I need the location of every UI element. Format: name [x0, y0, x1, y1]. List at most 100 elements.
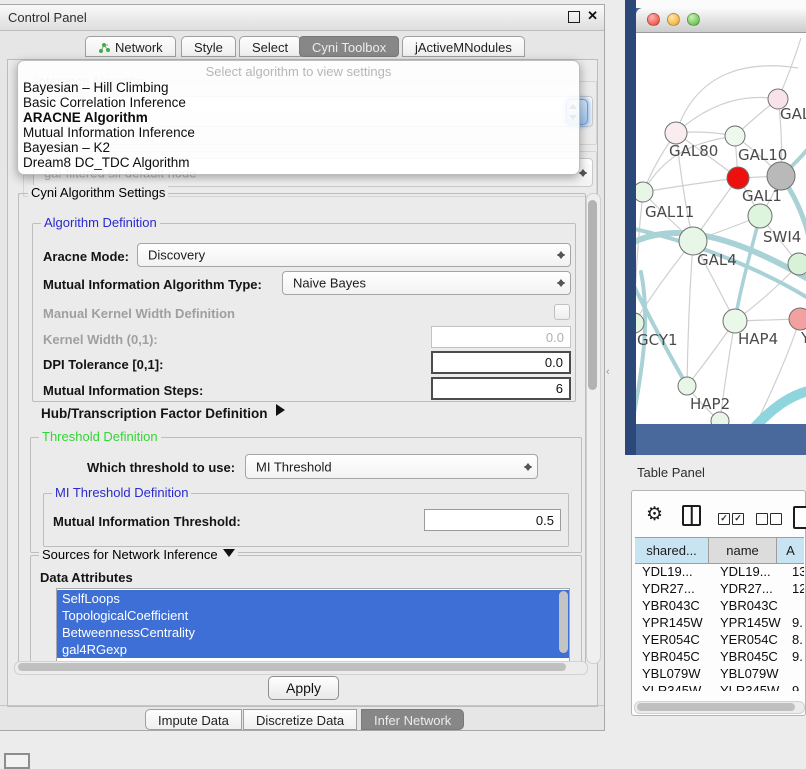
tab-network[interactable]: Network — [85, 36, 176, 57]
mi-threshold-field[interactable]: 0.5 — [424, 509, 561, 531]
network-node[interactable] — [788, 253, 806, 275]
list-item[interactable]: SelfLoops — [57, 590, 569, 607]
popup-item[interactable]: Dream8 DC_TDC Algorithm — [23, 155, 190, 170]
column-header[interactable]: name — [709, 538, 777, 563]
node-label: GAL4 — [697, 251, 737, 269]
table-row[interactable]: YLR345WYLR345W9. — [635, 682, 804, 691]
scrollbar-thumb[interactable] — [18, 663, 566, 671]
table-row[interactable]: YPR145WYPR145W9. — [635, 614, 804, 631]
table-row[interactable]: YBR043CYBR043C — [635, 597, 804, 614]
kernel-width-field[interactable]: 0.0 — [431, 326, 571, 348]
combobox-stepper-icon[interactable] — [555, 247, 566, 263]
minimize-traffic-light-icon[interactable] — [667, 13, 680, 26]
which-threshold-combobox[interactable]: MI Threshold — [245, 454, 538, 479]
column-view-icon[interactable] — [682, 505, 701, 526]
manual-kernel-checkbox[interactable] — [554, 304, 570, 320]
node-label: GAL80 — [669, 142, 718, 160]
list-scrollbar[interactable] — [559, 591, 568, 653]
panel-title: Control Panel — [8, 10, 87, 25]
collapse-arrow-icon[interactable] — [223, 549, 235, 563]
settings-horizontal-scrollbar[interactable] — [14, 661, 588, 675]
list-item[interactable]: gal4RGexp — [57, 641, 569, 658]
desktop-strip — [636, 0, 806, 8]
bottom-tabbar: Impute Data Discretize Data Infer Networ… — [0, 705, 604, 733]
cyni-algorithm-settings-groupbox: Cyni Algorithm Settings Algorithm Defini… — [18, 193, 586, 664]
settings-group-title: Cyni Algorithm Settings — [28, 185, 168, 200]
column-header[interactable]: A — [777, 538, 804, 563]
node-label: SWI4 — [763, 228, 801, 246]
node-label: GAL — [780, 105, 806, 123]
mi-steps-label: Mutual Information Steps: — [43, 383, 203, 398]
table-panel-header: Table Panel — [625, 455, 806, 487]
tab-discretize-data[interactable]: Discretize Data — [243, 709, 357, 730]
gear-icon[interactable]: ⚙ — [646, 503, 663, 526]
network-node[interactable] — [727, 167, 749, 189]
threshold-definition-title: Threshold Definition — [39, 429, 161, 444]
table-row[interactable]: YDR27...YDR27...12 — [635, 580, 804, 597]
hub-tf-definition-label[interactable]: Hub/Transcription Factor Definition — [41, 406, 268, 421]
network-node[interactable] — [725, 126, 745, 146]
algorithm-definition-groupbox: Algorithm Definition Aracne Mode: Discov… — [32, 223, 576, 402]
table-panel-title: Table Panel — [637, 465, 705, 480]
network-icon — [98, 39, 111, 51]
network-node[interactable] — [636, 313, 644, 333]
tab-style[interactable]: Style — [181, 36, 236, 57]
apply-button[interactable]: Apply — [268, 676, 339, 700]
popup-item[interactable]: Bayesian – K2 — [23, 140, 110, 155]
popup-item-selected[interactable]: ARACNE Algorithm — [23, 110, 148, 125]
table-row[interactable]: YER054CYER054C8. — [635, 631, 804, 648]
control-panel-window: Control Panel ✕ Network Style Select Cyn… — [0, 4, 605, 731]
table-horizontal-scrollbar[interactable] — [634, 701, 805, 714]
network-window: GAL GAL80 GAL10 GAL1 GAL11 SWI4 GAL4 GCY… — [636, 8, 806, 424]
combobox-stepper-icon[interactable] — [522, 459, 533, 475]
scrollbar-thumb[interactable] — [637, 703, 795, 711]
table-row[interactable]: YDL19...YDL19...13 — [635, 563, 804, 580]
expand-arrow-icon[interactable] — [276, 404, 291, 416]
mi-algorithm-type-combobox[interactable]: Naive Bayes — [282, 271, 571, 295]
combobox-stepper-icon[interactable] — [555, 275, 566, 291]
network-node[interactable] — [636, 182, 653, 202]
network-node[interactable] — [665, 122, 687, 144]
column-header[interactable]: shared... — [635, 538, 709, 563]
close-icon[interactable]: ✕ — [587, 8, 598, 24]
float-window-icon[interactable] — [568, 11, 580, 23]
sources-title[interactable]: Sources for Network Inference — [39, 547, 238, 563]
node-label: GCY1 — [637, 331, 678, 349]
list-item[interactable]: BetweennessCentrality — [57, 624, 569, 641]
popup-item[interactable]: Bayesian – Hill Climbing — [23, 80, 169, 95]
network-node[interactable] — [767, 162, 795, 190]
splitter-handle[interactable]: ‹ — [606, 366, 612, 380]
popup-item[interactable]: Mutual Information Inference — [23, 125, 195, 140]
list-item[interactable]: TopologicalCoefficient — [57, 607, 569, 624]
tab-infer-network[interactable]: Infer Network — [361, 709, 464, 730]
settings-vertical-scrollbar[interactable] — [586, 193, 601, 664]
network-node[interactable] — [678, 377, 696, 395]
tab-cyni-toolbox[interactable]: Cyni Toolbox — [299, 36, 399, 57]
table-body: YDL19...YDL19...13 YDR27...YDR27...12 YB… — [635, 563, 804, 691]
tab-jactivemnodules[interactable]: jActiveMNodules — [402, 36, 525, 57]
popup-item[interactable]: Basic Correlation Inference — [23, 95, 186, 110]
table-header-row: shared... name A — [635, 537, 804, 564]
network-node[interactable] — [748, 204, 772, 228]
tab-select[interactable]: Select — [239, 36, 301, 57]
document-icon[interactable] — [793, 506, 806, 529]
mi-threshold-groupbox: MI Threshold Definition Mutual Informati… — [43, 493, 569, 547]
zoom-traffic-light-icon[interactable] — [687, 13, 700, 26]
scrollbar-thumb[interactable] — [588, 200, 597, 390]
checked-boxes-icon[interactable]: ✓ — [718, 513, 730, 525]
dpi-tolerance-field[interactable]: 0.0 — [431, 351, 571, 374]
data-attributes-list[interactable]: SelfLoops TopologicalCoefficient Between… — [56, 588, 570, 663]
table-row[interactable]: YBR045CYBR045C9. — [635, 648, 804, 665]
mi-steps-field[interactable]: 6 — [431, 377, 571, 400]
network-canvas[interactable]: GAL GAL80 GAL10 GAL1 GAL11 SWI4 GAL4 GCY… — [636, 32, 806, 424]
table-row[interactable]: YBL079WYBL079W — [635, 665, 804, 682]
network-node[interactable] — [711, 412, 729, 424]
aracne-mode-combobox[interactable]: Discovery — [137, 243, 571, 267]
status-bar-icon[interactable] — [4, 753, 30, 769]
unchecked-boxes-icon[interactable] — [756, 513, 768, 525]
aracne-mode-label: Aracne Mode: — [43, 249, 129, 264]
tab-impute-data[interactable]: Impute Data — [145, 709, 242, 730]
mi-threshold-label: Mutual Information Threshold: — [53, 514, 241, 529]
network-node[interactable] — [789, 308, 806, 330]
close-traffic-light-icon[interactable] — [647, 13, 660, 26]
